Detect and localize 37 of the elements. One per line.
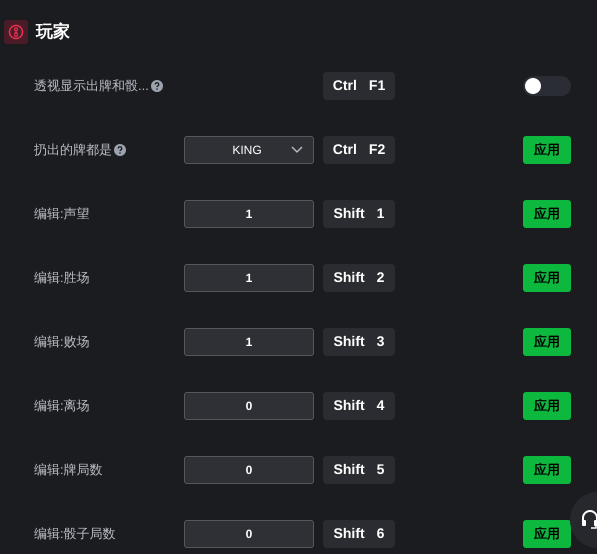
section-title: 玩家 <box>36 21 70 43</box>
apply-button[interactable]: 应用 <box>523 328 571 356</box>
number-field[interactable]: 0 <box>184 520 314 548</box>
setting-label: 透视显示出牌和骰... <box>34 76 149 95</box>
hotkey-chip: Shift 2 <box>323 264 395 292</box>
number-field[interactable]: 0 <box>184 392 314 420</box>
setting-label: 扔出的牌都是 <box>34 140 112 159</box>
apply-button[interactable]: 应用 <box>523 136 571 164</box>
number-field[interactable]: 1 <box>184 200 314 228</box>
help-icon[interactable] <box>114 144 126 156</box>
chevron-down-icon <box>291 146 303 154</box>
apply-button[interactable]: 应用 <box>523 392 571 420</box>
setting-label: 编辑:骰子局数 <box>34 524 116 543</box>
apply-button[interactable]: 应用 <box>523 456 571 484</box>
value-dropdown[interactable]: KING <box>184 136 314 164</box>
player-icon <box>4 20 28 44</box>
number-field[interactable]: 1 <box>184 328 314 356</box>
hotkey-chip: Shift 4 <box>323 392 395 420</box>
headset-icon <box>580 509 597 531</box>
setting-label: 编辑:胜场 <box>34 268 90 287</box>
hotkey-chip: Shift 6 <box>323 520 395 548</box>
number-field[interactable]: 1 <box>184 264 314 292</box>
setting-label: 编辑:牌局数 <box>34 460 103 479</box>
hotkey-chip: Shift 5 <box>323 456 395 484</box>
apply-button[interactable]: 应用 <box>523 264 571 292</box>
hotkey-chip: Shift 3 <box>323 328 395 356</box>
setting-label: 编辑:败场 <box>34 332 90 351</box>
hotkey-chip: Ctrl F2 <box>323 136 395 164</box>
help-icon[interactable] <box>150 80 163 92</box>
hotkey-chip: Shift 1 <box>323 200 395 228</box>
apply-button[interactable]: 应用 <box>523 520 571 548</box>
setting-label: 编辑:声望 <box>34 204 90 223</box>
setting-label: 编辑:离场 <box>34 396 90 415</box>
toggle-switch[interactable] <box>523 76 571 96</box>
apply-button[interactable]: 应用 <box>523 200 571 228</box>
hotkey-chip: Ctrl F1 <box>323 72 395 100</box>
number-field[interactable]: 0 <box>184 456 314 484</box>
